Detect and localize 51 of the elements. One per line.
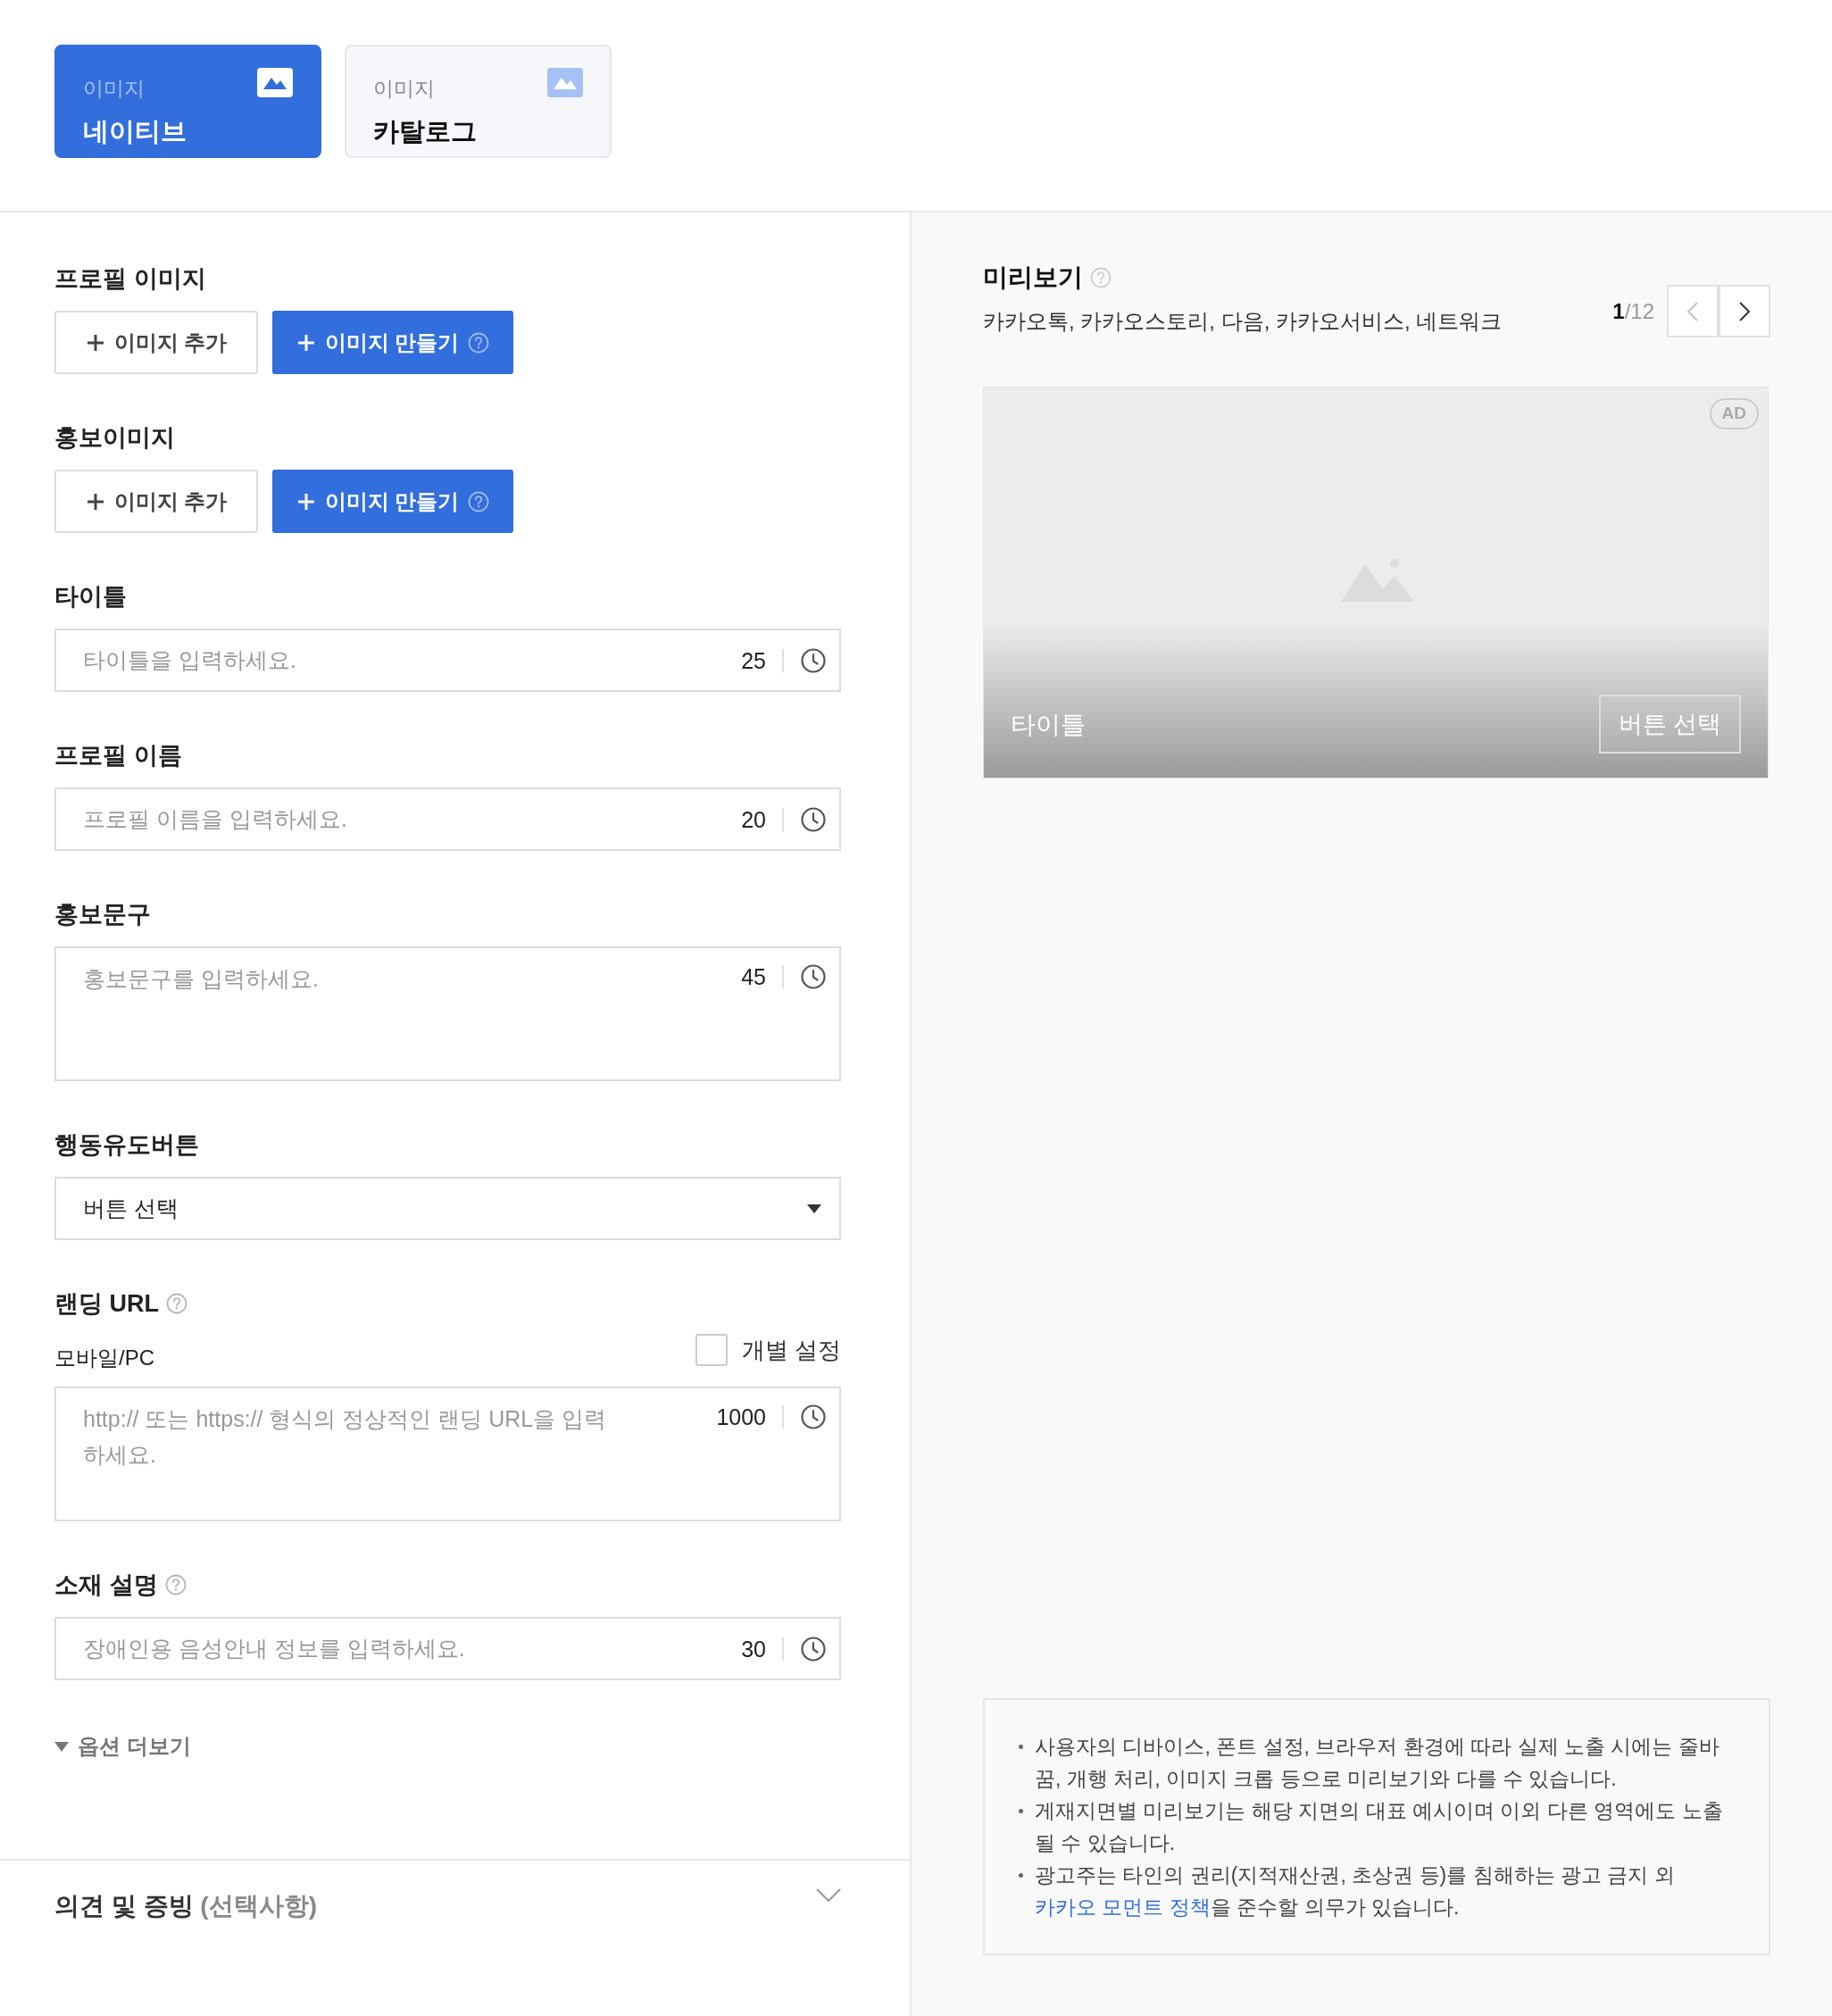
caret-icon [807, 1204, 821, 1213]
checkbox[interactable] [695, 1334, 728, 1366]
section-label: 행동유도버튼 [54, 1130, 199, 1160]
clock-icon [800, 1404, 827, 1430]
bullet-icon [1019, 1809, 1023, 1813]
add-image-button[interactable]: 이미지 추가 [54, 311, 258, 374]
preview-title-text: 타이틀 [1011, 710, 1086, 740]
image-icon [547, 68, 583, 97]
section-label: 홍보이미지 [54, 423, 175, 453]
section-label: 소재 설명 [54, 1570, 158, 1600]
character-count: 1000 [716, 1404, 766, 1431]
page-counter: 1/12 [1612, 297, 1654, 325]
image-icon [257, 68, 293, 97]
plus-icon [296, 491, 316, 512]
field-label: 모바일/PC [54, 1345, 154, 1371]
select-field[interactable]: 버튼 선택 [54, 1177, 841, 1240]
character-count: 20 [741, 805, 766, 834]
section-label: 홍보문구 [54, 900, 151, 929]
section-label: 랜딩 URL [54, 1289, 159, 1319]
character-count: 25 [741, 646, 766, 675]
bullet-icon [1019, 1745, 1023, 1749]
character-count: 30 [741, 1635, 766, 1663]
note-text: 광고주는 타인의 권리(지적재산권, 초상권 등)를 침해하는 광고 금지 외 카카오 모먼트 정책을 준수할 의무가 있습니다. [1035, 1862, 1676, 1920]
character-count: 45 [741, 963, 766, 991]
section-label: 프로필 이름 [54, 741, 182, 771]
create-image-button[interactable]: 이미지 만들기 [272, 311, 513, 374]
section-label: 타이틀 [54, 582, 127, 612]
clock-icon [800, 1635, 827, 1662]
clock-icon [800, 963, 827, 990]
plus-icon [296, 332, 316, 353]
checkbox-label: 개별 설정 [741, 1335, 841, 1365]
plus-icon [85, 332, 105, 353]
section-label: 프로필 이미지 [54, 264, 206, 294]
section-title: 의견 및 증빙 (선택사항) [54, 1891, 317, 1921]
next-button[interactable] [1719, 285, 1770, 337]
policy-link[interactable]: 카카오 모먼트 정책 [1035, 1895, 1211, 1919]
tab[interactable]: 이미지 카탈로그 [345, 45, 612, 158]
help-icon [1090, 267, 1112, 288]
ad-badge: AD [1709, 398, 1759, 429]
note-text: 게재지면별 미리보기는 해당 지면의 대표 예시이며 이외 다른 영역에도 노출될 수 있습니다. [1035, 1798, 1724, 1856]
clock-icon [800, 646, 827, 674]
note-text: 사용자의 디바이스, 폰트 설정, 브라우저 환경에 따라 실제 노출 시에는 줄바꿈, 개행 처리, 이미지 크롭 등으로 미리보기와 다를 수 있습니다. [1035, 1734, 1720, 1792]
plus-icon [85, 491, 105, 512]
placement-list: 카카오톡, 카카오스토리, 다음, 카카오서비스, 네트워크 [983, 305, 1503, 337]
tab[interactable]: 이미지 네이티브 [54, 45, 321, 158]
add-image-button[interactable]: 이미지 추가 [54, 470, 258, 533]
create-image-button[interactable]: 이미지 만들기 [272, 470, 513, 533]
preview-title: 미리보기 [983, 262, 1083, 293]
more-options-toggle[interactable]: 옵션 더보기 [54, 1730, 191, 1762]
clock-icon [800, 805, 827, 833]
bullet-icon [1019, 1873, 1023, 1878]
